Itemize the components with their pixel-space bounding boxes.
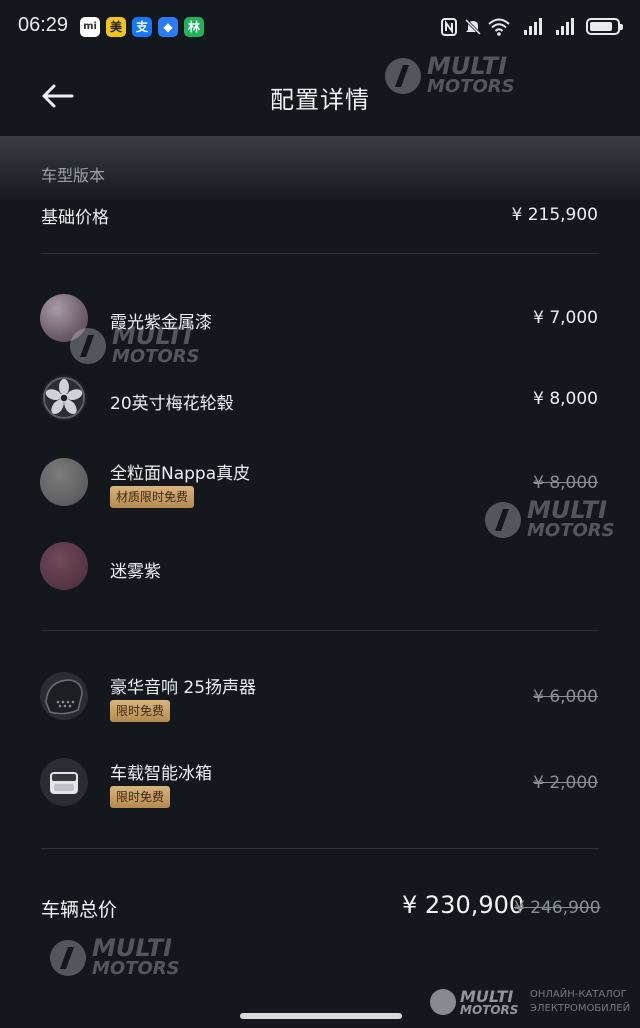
shield-app-icon: ◆ (158, 17, 178, 37)
home-indicator[interactable] (240, 1013, 402, 1019)
divider (41, 848, 599, 849)
meituan-icon: 美 (106, 17, 126, 37)
base-price-label: 基础价格 (41, 208, 109, 228)
promo-badge: 限时免费 (110, 786, 171, 808)
nfc-icon (441, 18, 457, 36)
header: 配置详情 (0, 56, 640, 136)
extra-price: ¥ 6,000 (533, 687, 598, 707)
wheel-swatch (41, 375, 87, 421)
status-time: 06:29 (18, 14, 69, 36)
promo-badge: 材质限时免费 (110, 486, 195, 508)
section-label: 车型版本 (41, 166, 106, 185)
signal-1-icon (524, 18, 542, 35)
extra-name: 车载智能冰箱 (110, 764, 212, 784)
promo-badge: 限时免费 (110, 700, 171, 722)
mute-icon (464, 18, 482, 36)
brand-footer: MULTI MOTORS ОНЛАЙН-КАТАЛОГ ЭЛЕКТРОМОБИЛ… (430, 985, 640, 1025)
leather-swatch (40, 458, 88, 506)
mi-icon: mi (80, 17, 100, 37)
option-price: ¥ 8,000 (533, 389, 598, 409)
page-title: 配置详情 (270, 86, 370, 114)
divider (41, 253, 599, 254)
extra-price: ¥ 2,000 (533, 773, 598, 793)
status-bar: 06:29 mi 美 支 ◆ 林 (0, 0, 640, 56)
brand-disc-icon (430, 989, 456, 1015)
paint-swatch (40, 294, 88, 342)
option-name: 全粒面Nappa真皮 (110, 464, 251, 484)
option-price: ¥ 7,000 (533, 308, 598, 328)
total-label: 车辆总价 (41, 899, 118, 921)
fridge-thumb (40, 758, 88, 806)
watermark-logo: MULTI MOTORS (50, 934, 190, 994)
total-price: ¥ 230,900 (402, 891, 525, 919)
total-original-price: ¥ 246,900 (514, 898, 601, 918)
extra-name: 豪华音响 25扬声器 (110, 678, 257, 698)
speaker-thumb (40, 672, 88, 720)
option-name: 霞光紫金属漆 (110, 313, 212, 333)
base-price-value: ¥ 215,900 (511, 205, 598, 225)
alipay-icon: 支 (132, 17, 152, 37)
option-name: 迷雾紫 (110, 562, 161, 582)
wifi-icon (488, 18, 510, 36)
option-price: ¥ 8,000 (533, 473, 598, 493)
watermark-disc-icon (485, 502, 521, 538)
battery-icon (586, 18, 623, 35)
signal-2-icon (556, 18, 574, 35)
divider (41, 630, 599, 631)
interior-color-swatch (40, 542, 88, 590)
watermark-logo: MULTI MOTORS (485, 496, 625, 556)
tree-app-icon: 林 (184, 17, 204, 37)
option-name: 20英寸梅花轮毂 (110, 394, 234, 414)
watermark-disc-icon (50, 940, 86, 976)
